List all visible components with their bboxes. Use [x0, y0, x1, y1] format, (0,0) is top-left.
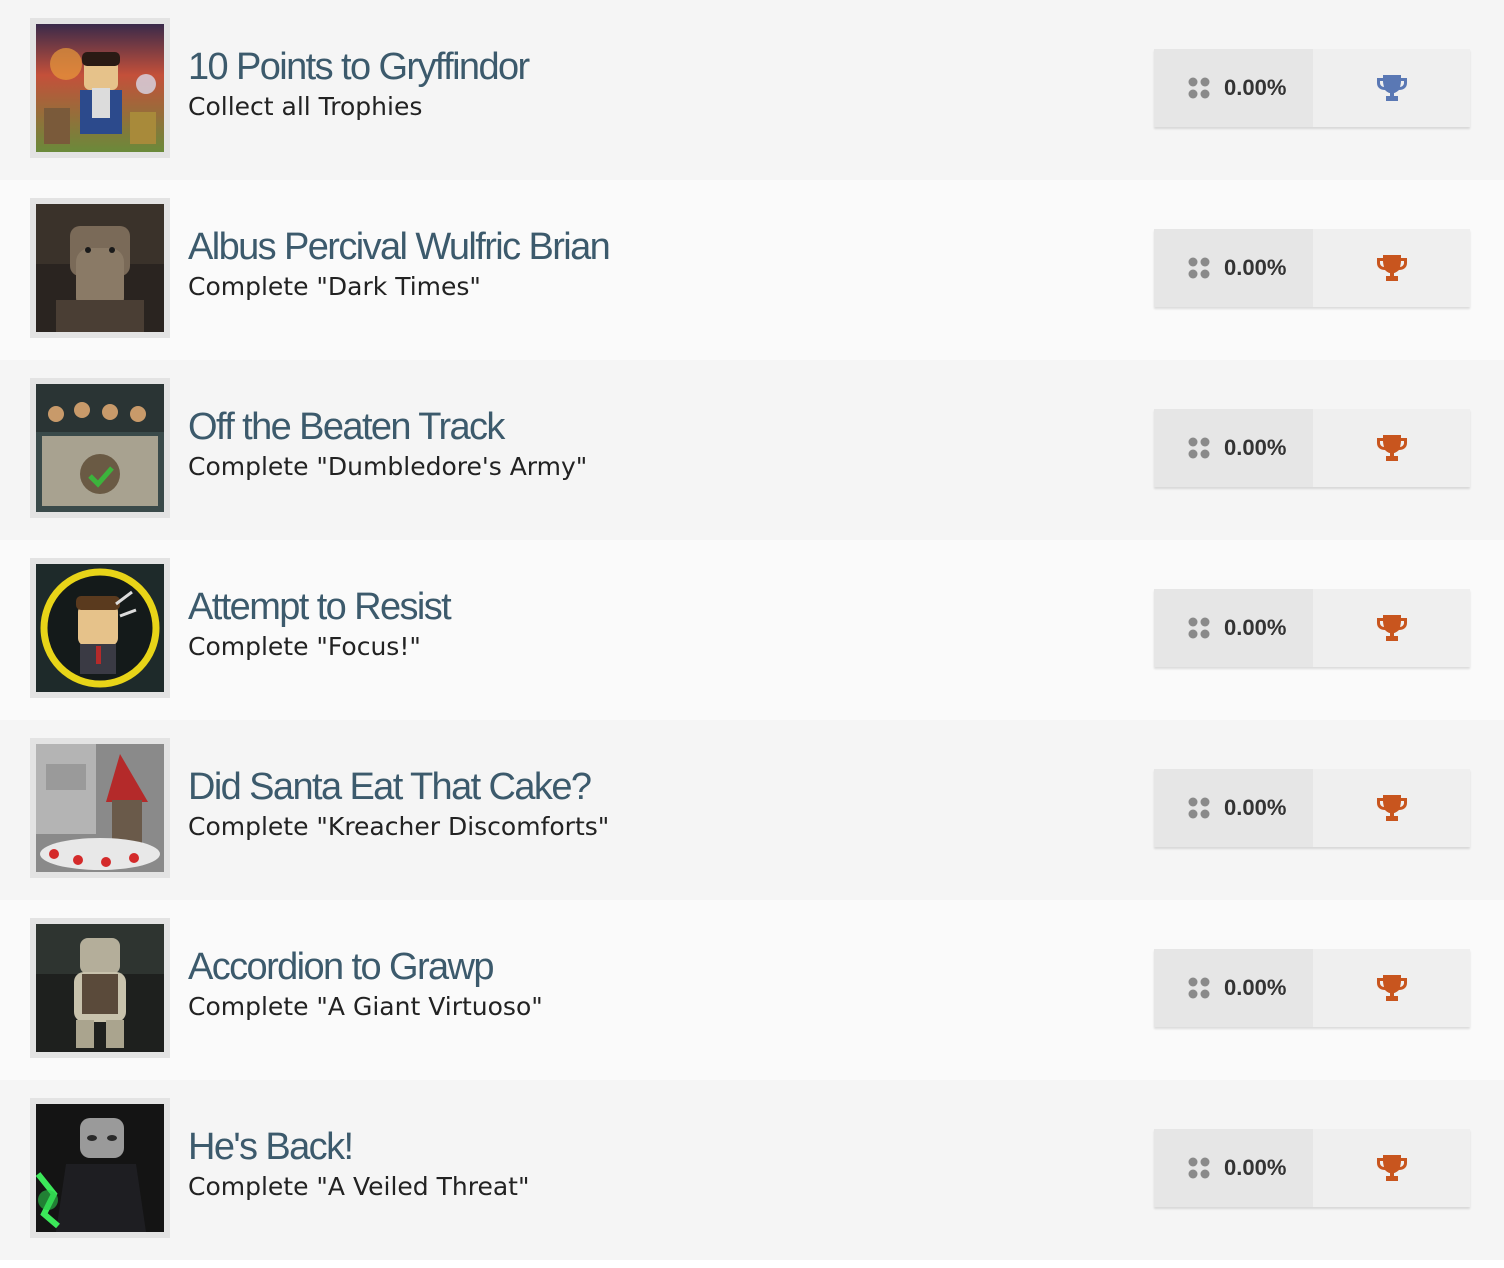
trophy-description: Complete "A Giant Virtuoso" — [188, 992, 543, 1021]
trophy-image[interactable] — [30, 738, 170, 878]
trophy-description: Complete "Kreacher Discomforts" — [188, 812, 610, 841]
rarity-dots-icon — [1188, 977, 1210, 999]
trophy-image[interactable] — [30, 1098, 170, 1238]
trophy-row[interactable]: Off the Beaten Track Complete "Dumbledor… — [0, 360, 1504, 540]
trophy-percent: 0.00% — [1224, 255, 1287, 280]
trophy-row[interactable]: Attempt to Resist Complete "Focus!" 0.00… — [0, 540, 1504, 720]
trophy-icon — [1376, 975, 1407, 1001]
trophy-percent: 0.00% — [1224, 75, 1287, 100]
rarity-dots-icon — [1188, 77, 1210, 99]
trophy-image[interactable] — [30, 918, 170, 1058]
trophy-title[interactable]: He's Back! — [188, 1124, 529, 1170]
rarity-badge: 0.00% — [1154, 949, 1313, 1027]
trophy-art — [36, 204, 164, 332]
trophy-art — [36, 924, 164, 1052]
rarity-dots-icon — [1188, 257, 1210, 279]
trophy-title[interactable]: Albus Percival Wulfric Brian — [188, 224, 611, 270]
trophy-image[interactable] — [30, 18, 170, 158]
trophy-description: Complete "Dumbledore's Army" — [188, 452, 588, 481]
trophy-row[interactable]: 10 Points to Gryffindor Collect all Trop… — [0, 0, 1504, 180]
trophy-icon — [1376, 255, 1407, 281]
trophy-image[interactable] — [30, 558, 170, 698]
trophy-art — [36, 24, 164, 152]
trophy-title[interactable]: 10 Points to Gryffindor — [188, 44, 530, 90]
trophy-stats: 0.00% — [1154, 409, 1470, 487]
rarity-dots-icon — [1188, 437, 1210, 459]
rarity-badge: 0.00% — [1154, 49, 1313, 127]
trophy-stats: 0.00% — [1154, 49, 1470, 127]
trophy-row[interactable]: Accordion to Grawp Complete "A Giant Vir… — [0, 900, 1504, 1080]
trophy-percent: 0.00% — [1224, 1155, 1287, 1180]
trophy-description: Complete "A Veiled Threat" — [188, 1172, 530, 1201]
trophy-icon — [1376, 435, 1407, 461]
trophy-art — [36, 1104, 164, 1232]
rarity-badge: 0.00% — [1154, 1129, 1313, 1207]
trophy-image[interactable] — [30, 198, 170, 338]
rarity-dots-icon — [1188, 617, 1210, 639]
trophy-icon — [1376, 1155, 1407, 1181]
trophy-icon — [1376, 615, 1407, 641]
trophy-art — [36, 384, 164, 512]
trophy-image[interactable] — [30, 378, 170, 518]
rarity-badge: 0.00% — [1154, 229, 1313, 307]
trophy-row[interactable]: He's Back! Complete "A Veiled Threat" 0.… — [0, 1080, 1504, 1260]
trophy-percent: 0.00% — [1224, 615, 1287, 640]
trophy-row[interactable]: Albus Percival Wulfric Brian Complete "D… — [0, 180, 1504, 360]
rarity-badge: 0.00% — [1154, 769, 1313, 847]
trophy-title[interactable]: Did Santa Eat That Cake? — [188, 764, 609, 810]
rarity-dots-icon — [1188, 797, 1210, 819]
trophy-art — [36, 744, 164, 872]
trophy-description: Complete "Focus!" — [188, 632, 421, 661]
trophy-stats: 0.00% — [1154, 1129, 1470, 1207]
trophy-stats: 0.00% — [1154, 949, 1470, 1027]
trophy-art — [36, 564, 164, 692]
trophy-stats: 0.00% — [1154, 229, 1470, 307]
trophy-tier — [1313, 769, 1470, 847]
trophy-stats: 0.00% — [1154, 769, 1470, 847]
trophy-row[interactable]: Did Santa Eat That Cake? Complete "Kreac… — [0, 720, 1504, 900]
trophy-title[interactable]: Accordion to Grawp — [188, 944, 543, 990]
trophy-description: Complete "Dark Times" — [188, 272, 481, 301]
trophy-tier — [1313, 949, 1470, 1027]
rarity-dots-icon — [1188, 1157, 1210, 1179]
rarity-badge: 0.00% — [1154, 409, 1313, 487]
trophy-tier — [1313, 409, 1470, 487]
trophy-tier — [1313, 229, 1470, 307]
trophy-percent: 0.00% — [1224, 975, 1287, 1000]
trophy-percent: 0.00% — [1224, 435, 1287, 460]
trophy-tier — [1313, 1129, 1470, 1207]
trophy-title[interactable]: Off the Beaten Track — [188, 404, 587, 450]
trophy-title[interactable]: Attempt to Resist — [188, 584, 452, 630]
trophy-icon — [1376, 795, 1407, 821]
trophy-description: Collect all Trophies — [188, 92, 423, 121]
trophy-stats: 0.00% — [1154, 589, 1470, 667]
trophy-percent: 0.00% — [1224, 795, 1287, 820]
trophy-tier — [1313, 49, 1470, 127]
trophy-icon — [1376, 75, 1407, 101]
rarity-badge: 0.00% — [1154, 589, 1313, 667]
trophy-tier — [1313, 589, 1470, 667]
trophy-list: 10 Points to Gryffindor Collect all Trop… — [0, 0, 1504, 1260]
